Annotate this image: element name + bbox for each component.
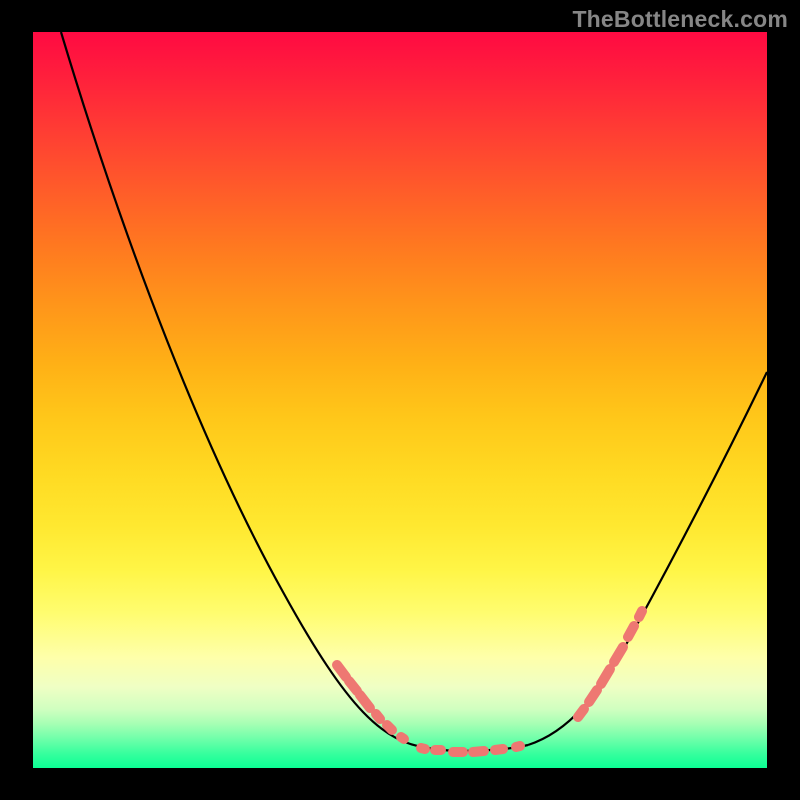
watermark: TheBottleneck.com xyxy=(572,6,788,33)
curve-layer xyxy=(33,32,767,768)
chart-frame: TheBottleneck.com xyxy=(0,0,800,800)
curve-right xyxy=(528,372,767,745)
curve-left xyxy=(61,32,428,748)
